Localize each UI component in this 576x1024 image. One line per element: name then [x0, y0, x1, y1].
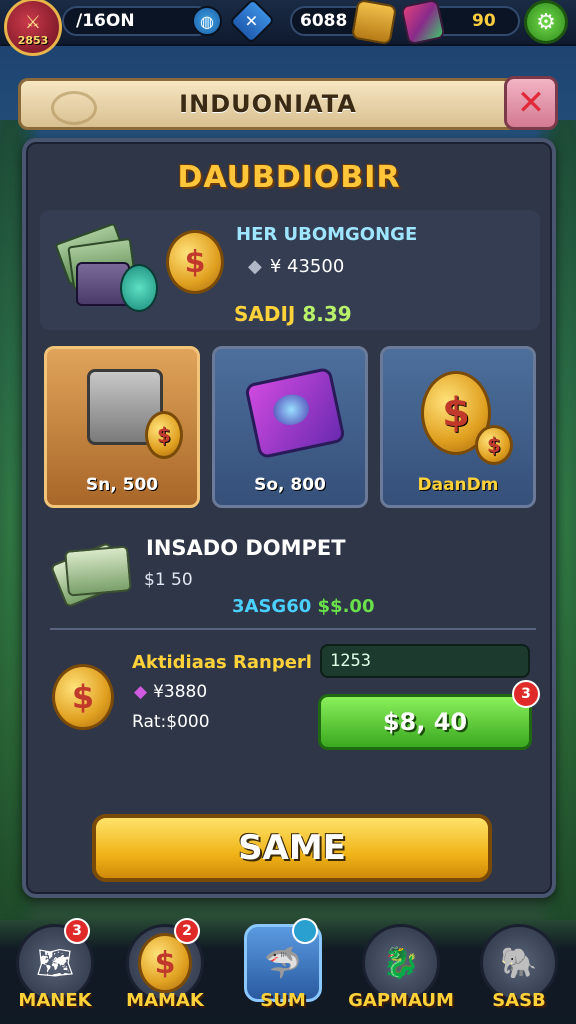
- buy-button-label: $8, 40: [382, 708, 468, 736]
- buy-button[interactable]: $8, 40: [318, 694, 532, 750]
- reward-gem: ◆ ¥3880: [134, 682, 207, 702]
- money-roll-icon: [49, 538, 132, 609]
- cash-wallet-icon: [54, 222, 158, 312]
- deposit-sale-label: 3ASG60: [232, 596, 312, 617]
- deposit-sale: 3ASG60 $$.00: [232, 596, 374, 617]
- nav-item-sum[interactable]: 🦈 SUM: [228, 918, 338, 1024]
- purple-gem-icon: ◆: [134, 682, 148, 702]
- tile-label: Sn, 500: [85, 475, 159, 495]
- shop-tile-spellbook[interactable]: So, 800: [212, 346, 368, 508]
- reward-title: Aktidiaas Ranperl: [132, 652, 312, 673]
- nav-badge: 3: [64, 918, 90, 944]
- save-button[interactable]: SAME: [92, 814, 492, 882]
- gem-icon[interactable]: [400, 0, 446, 46]
- player-avatar[interactable]: ⚔ 2853: [4, 0, 62, 56]
- offer-sale-value: 8.39: [302, 302, 352, 326]
- shop-tile-chest[interactable]: $ Sn, 500: [44, 346, 200, 508]
- dollar-coin-icon: $: [52, 664, 114, 730]
- nav-badge-blue: [292, 918, 318, 944]
- player-name-pill: /16ON: [62, 6, 212, 36]
- tile-label: So, 800: [254, 475, 326, 495]
- quantity-field[interactable]: 1253: [320, 644, 530, 678]
- offer-title: HER UBOMGONGE: [236, 224, 418, 245]
- dollar-coin-icon: $: [166, 230, 224, 294]
- gear-icon[interactable]: ⚙: [524, 0, 568, 44]
- bottom-navigation: 🗺 3 MANEK $ 2 MAMAK 🦈 SUM 🐉 GAPMAUM 🐘 SA…: [0, 918, 576, 1024]
- buy-notification-badge: 3: [512, 680, 540, 708]
- nav-item-mamak[interactable]: $ 2 MAMAK: [110, 918, 220, 1024]
- nav-label: GAPMAUM: [348, 990, 454, 1011]
- gold-bar-icon[interactable]: [350, 0, 398, 46]
- offer-price: ◆ ¥ 43500: [248, 256, 344, 277]
- offer-sale: SADIJ 8.39: [234, 302, 352, 326]
- offer-price-value: ¥ 43500: [269, 256, 345, 277]
- deposit-value: $1 50: [144, 570, 193, 590]
- banner-title: INDUONIATA: [179, 90, 357, 118]
- deposit-amount: $1 50: [144, 570, 193, 590]
- offer-sale-label: SADIJ: [234, 302, 296, 326]
- banner-ornament-icon: [51, 91, 97, 125]
- coin-small-icon: $: [475, 425, 513, 465]
- reward-rate: Rat:$000: [132, 712, 210, 732]
- tile-label: DaanDm: [417, 475, 499, 495]
- nav-badge: 2: [174, 918, 200, 944]
- save-button-label: SAME: [238, 828, 346, 868]
- section-divider: [50, 628, 536, 630]
- gem-small-icon: ◆: [248, 256, 262, 277]
- deposit-sale-value: $$.00: [317, 596, 375, 617]
- close-icon: ✕: [516, 83, 546, 123]
- globe-icon[interactable]: ◍: [192, 6, 222, 36]
- gold-amount: 6088: [300, 11, 348, 31]
- nav-label: SASB: [492, 990, 546, 1011]
- deposit-title: INSADO DOMPET: [146, 536, 346, 560]
- player-level: 2853: [17, 34, 49, 47]
- player-name: /16ON: [76, 11, 135, 31]
- nav-item-manek[interactable]: 🗺 3 MANEK: [0, 918, 110, 1024]
- nav-label: MANEK: [18, 990, 92, 1011]
- close-button[interactable]: ✕: [504, 76, 558, 130]
- gem-amount: 90: [472, 11, 496, 31]
- nav-label: MAMAK: [126, 990, 204, 1011]
- sword-icon: ⚔: [24, 11, 42, 33]
- panel-title: DAUBDIOBIR: [177, 160, 401, 195]
- coin-icon: $: [145, 411, 183, 459]
- shop-panel: DAUBDIOBIR $ HER UBOMGONGE ◆ ¥ 43500 SADI…: [22, 138, 556, 898]
- shop-banner: INDUONIATA: [18, 78, 518, 130]
- shop-tile-coins[interactable]: $ $ DaanDm: [380, 346, 536, 508]
- spellbook-icon: [244, 366, 346, 460]
- nav-item-sasb[interactable]: 🐘 SASB: [464, 918, 574, 1024]
- reward-gem-value: ¥3880: [153, 682, 208, 702]
- nav-item-gapmaum[interactable]: 🐉 GAPMAUM: [346, 918, 456, 1024]
- nav-label: SUM: [260, 990, 306, 1011]
